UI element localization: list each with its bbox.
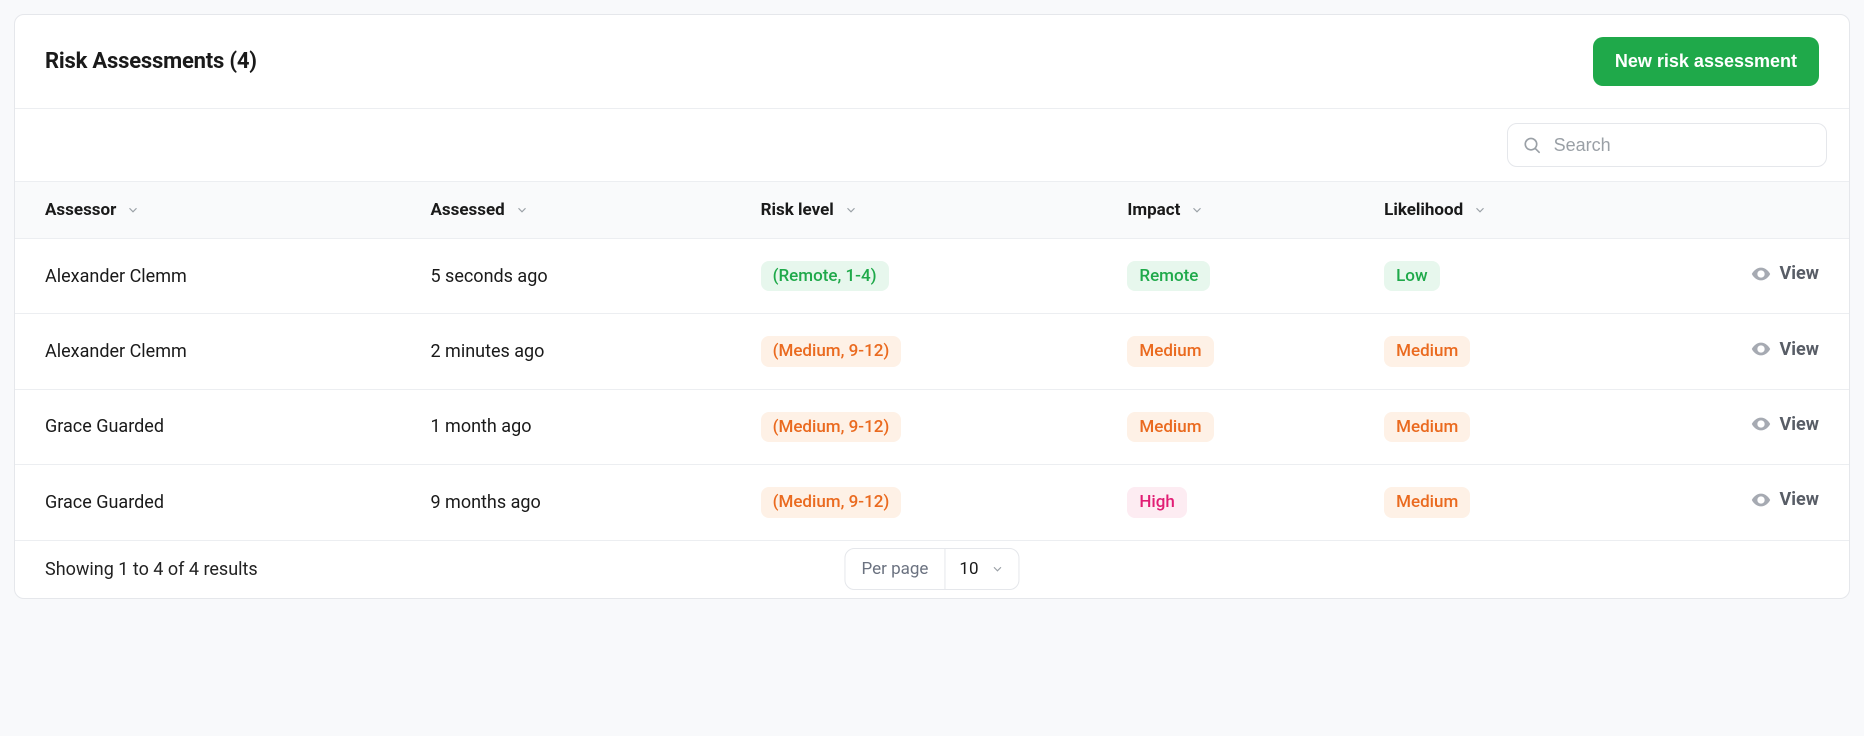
column-header-assessor[interactable]: Assessor (45, 200, 140, 220)
risk-assessments-card: Risk Assessments (4) New risk assessment… (14, 14, 1850, 599)
chevron-down-icon (515, 203, 529, 217)
cell-risk-level: (Medium, 9-12) (749, 314, 1116, 389)
cell-likelihood: Medium (1372, 314, 1665, 389)
chevron-down-icon (991, 562, 1005, 576)
cell-action: View (1666, 389, 1849, 464)
view-label: View (1780, 489, 1819, 510)
cell-impact: Medium (1115, 389, 1372, 464)
card-header: Risk Assessments (4) New risk assessment (15, 15, 1849, 109)
view-link[interactable]: View (1750, 413, 1819, 435)
view-link[interactable]: View (1750, 263, 1819, 285)
likelihood-badge: Medium (1384, 487, 1470, 517)
column-header-risk-level[interactable]: Risk level (761, 200, 858, 220)
eye-icon (1750, 338, 1772, 360)
cell-assessed: 5 seconds ago (418, 239, 748, 314)
column-label: Impact (1127, 200, 1180, 220)
table-row: Alexander Clemm5 seconds ago (Remote, 1-4… (15, 239, 1849, 314)
cell-assessor: Alexander Clemm (15, 239, 418, 314)
search-row (15, 109, 1849, 181)
cell-impact: Remote (1115, 239, 1372, 314)
chevron-down-icon (1473, 203, 1487, 217)
cell-action: View (1666, 239, 1849, 314)
per-page-value: 10 (959, 559, 978, 579)
cell-likelihood: Low (1372, 239, 1665, 314)
view-link[interactable]: View (1750, 489, 1819, 511)
table-row: Grace Guarded1 month ago (Medium, 9-12) Me… (15, 389, 1849, 464)
eye-icon (1750, 413, 1772, 435)
cell-action: View (1666, 465, 1849, 540)
cell-assessor: Grace Guarded (15, 465, 418, 540)
search-field[interactable] (1507, 123, 1827, 167)
per-page-select[interactable]: 10 (944, 549, 1018, 589)
view-label: View (1780, 339, 1819, 360)
cell-likelihood: Medium (1372, 465, 1665, 540)
cell-impact: High (1115, 465, 1372, 540)
cell-risk-level: (Remote, 1-4) (749, 239, 1116, 314)
cell-likelihood: Medium (1372, 389, 1665, 464)
eye-icon (1750, 489, 1772, 511)
column-label: Assessed (430, 200, 504, 220)
cell-assessor: Grace Guarded (15, 389, 418, 464)
column-header-likelihood[interactable]: Likelihood (1384, 200, 1487, 220)
column-header-assessed[interactable]: Assessed (430, 200, 528, 220)
view-label: View (1780, 414, 1819, 435)
likelihood-badge: Low (1384, 261, 1439, 291)
cell-assessed: 1 month ago (418, 389, 748, 464)
column-header-impact[interactable]: Impact (1127, 200, 1204, 220)
risk-level-badge: (Medium, 9-12) (761, 412, 902, 442)
search-icon (1522, 134, 1542, 156)
likelihood-badge: Medium (1384, 412, 1470, 442)
column-label: Risk level (761, 200, 834, 220)
cell-risk-level: (Medium, 9-12) (749, 465, 1116, 540)
eye-icon (1750, 263, 1772, 285)
results-count: Showing 1 to 4 of 4 results (45, 559, 258, 580)
risk-level-badge: (Remote, 1-4) (761, 261, 889, 291)
cell-risk-level: (Medium, 9-12) (749, 389, 1116, 464)
per-page-control: Per page 10 (844, 548, 1019, 590)
risk-level-badge: (Medium, 9-12) (761, 487, 902, 517)
impact-badge: Medium (1127, 412, 1213, 442)
new-risk-assessment-button[interactable]: New risk assessment (1593, 37, 1819, 86)
cell-impact: Medium (1115, 314, 1372, 389)
impact-badge: High (1127, 487, 1186, 517)
column-label: Assessor (45, 200, 116, 220)
per-page-label: Per page (845, 549, 944, 589)
likelihood-badge: Medium (1384, 336, 1470, 366)
cell-action: View (1666, 314, 1849, 389)
cell-assessed: 9 months ago (418, 465, 748, 540)
view-link[interactable]: View (1750, 338, 1819, 360)
risk-level-badge: (Medium, 9-12) (761, 336, 902, 366)
search-input[interactable] (1554, 135, 1812, 156)
cell-assessor: Alexander Clemm (15, 314, 418, 389)
chevron-down-icon (1190, 203, 1204, 217)
cell-assessed: 2 minutes ago (418, 314, 748, 389)
table-footer: Showing 1 to 4 of 4 results Per page 10 (15, 541, 1849, 598)
page-title: Risk Assessments (4) (45, 49, 257, 74)
risk-assessments-table: Assessor Assessed Risk level (15, 181, 1849, 541)
chevron-down-icon (844, 203, 858, 217)
table-row: Alexander Clemm2 minutes ago (Medium, 9-1… (15, 314, 1849, 389)
impact-badge: Remote (1127, 261, 1210, 291)
view-label: View (1780, 263, 1819, 284)
table-row: Grace Guarded9 months ago (Medium, 9-12) H… (15, 465, 1849, 540)
chevron-down-icon (126, 203, 140, 217)
impact-badge: Medium (1127, 336, 1213, 366)
column-label: Likelihood (1384, 200, 1463, 220)
